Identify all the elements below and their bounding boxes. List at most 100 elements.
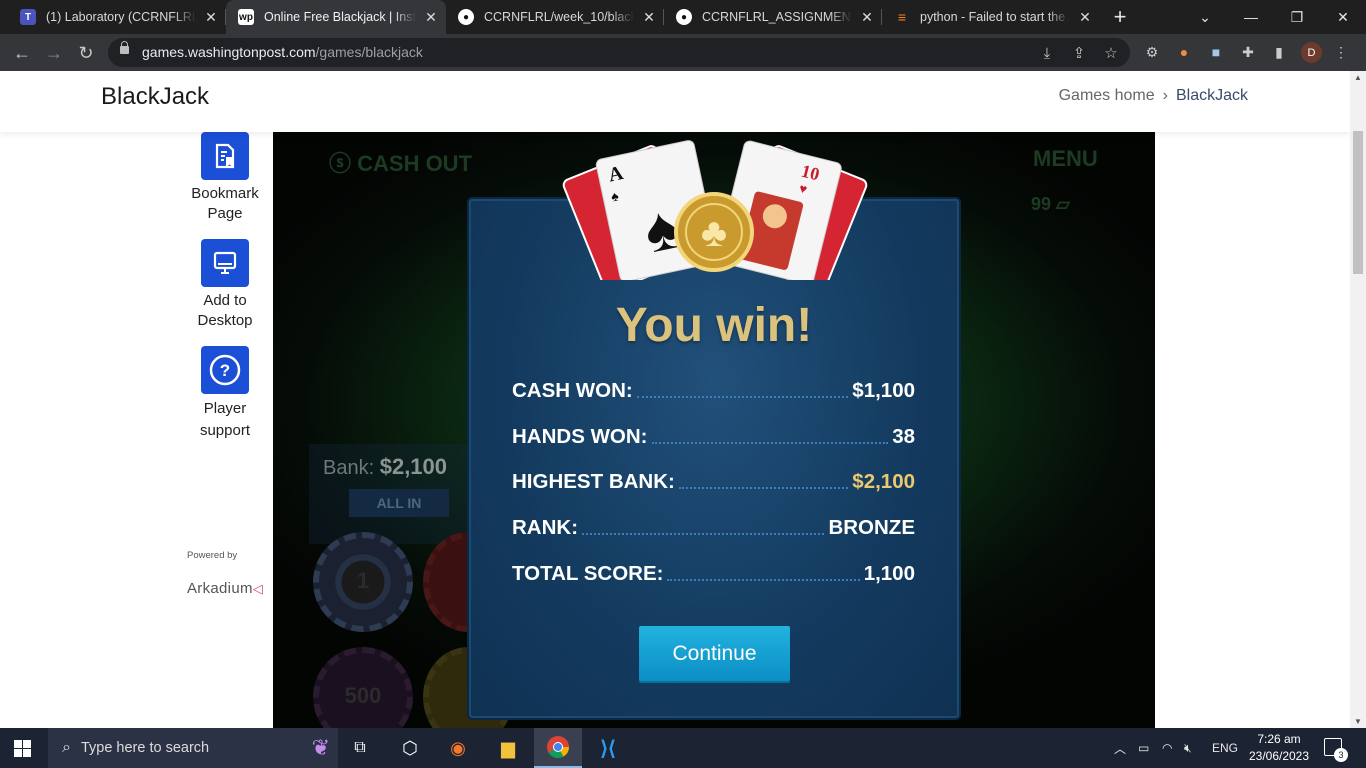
windows-start-icon[interactable] xyxy=(14,740,31,757)
blender-icon[interactable]: ◉ xyxy=(434,728,482,768)
show-hidden-icons[interactable]: ︿ xyxy=(1114,728,1126,768)
tab-title: python - Failed to start the K xyxy=(920,10,1070,24)
arkadium-logo[interactable]: Arkadium◁ xyxy=(187,580,263,597)
share-icon[interactable]: ⇪ xyxy=(1070,44,1088,62)
deck-count-value: 99 xyxy=(1031,194,1052,214)
notification-count-badge: 3 xyxy=(1334,748,1348,762)
bookmark-star-icon[interactable]: ☆ xyxy=(1102,44,1120,62)
all-in-button[interactable]: ALL IN xyxy=(349,489,449,517)
add-to-desktop-button[interactable]: Add to Desktop xyxy=(175,239,275,330)
site-header: BlackJack Games home › BlackJack xyxy=(0,71,1350,132)
close-tab-icon[interactable]: ✕ xyxy=(860,9,874,26)
side-panel-icon[interactable]: ▮ xyxy=(1270,43,1288,61)
washington-post-icon: wp xyxy=(238,9,254,25)
stat-cash-won: CASH WON: $1,100 xyxy=(512,377,915,403)
clock-time: 7:26 am xyxy=(1257,732,1301,746)
system-clock[interactable]: 7:26 am 23/06/2023 xyxy=(1248,731,1310,765)
scroll-down-arrow-icon[interactable]: ▼ xyxy=(1353,717,1363,726)
desktop-label-1: Add to xyxy=(203,292,247,309)
close-tab-icon[interactable]: ✕ xyxy=(424,9,438,26)
desktop-label-2: Desktop xyxy=(197,311,253,329)
breadcrumb-games-home[interactable]: Games home xyxy=(1059,87,1155,105)
new-tab-button[interactable]: + xyxy=(1108,4,1132,30)
scroll-up-arrow-icon[interactable]: ▲ xyxy=(1353,73,1363,82)
chip-500[interactable]: 500 xyxy=(313,647,413,728)
stat-hands-won: HANDS WON: 38 xyxy=(512,423,915,449)
chip-1[interactable]: 1 xyxy=(313,532,413,632)
browser-tab[interactable]: ≡ python - Failed to start the K ✕ xyxy=(882,0,1100,34)
extension-icon[interactable]: ⚙ xyxy=(1143,43,1161,61)
close-tab-icon[interactable]: ✕ xyxy=(642,9,656,26)
search-placeholder: Type here to search xyxy=(80,740,210,756)
win-title: You win! xyxy=(615,299,813,352)
browser-tab[interactable]: T (1) Laboratory (CCRNFLRL_CC ✕ xyxy=(8,0,226,34)
restore-button[interactable]: ❐ xyxy=(1274,0,1320,34)
address-bar[interactable]: games.washingtonpost.com/games/blackjack… xyxy=(108,38,1130,67)
tab-title: (1) Laboratory (CCRNFLRL_CC xyxy=(46,10,196,24)
svg-text:?: ? xyxy=(220,361,230,380)
breadcrumb-current[interactable]: BlackJack xyxy=(1176,87,1248,105)
close-tab-icon[interactable]: ✕ xyxy=(204,9,218,26)
install-app-icon[interactable]: ⤓ xyxy=(1038,44,1056,62)
chip-500-label: 500 xyxy=(344,683,382,708)
task-view-icon[interactable]: ⧉ xyxy=(336,728,384,768)
dotted-leader xyxy=(636,396,849,398)
close-window-button[interactable]: ✕ xyxy=(1320,0,1366,34)
language-indicator[interactable]: ENG xyxy=(1212,728,1238,768)
menu-button[interactable]: MENU xyxy=(1033,146,1098,172)
extensions-puzzle-icon[interactable]: ✚ xyxy=(1239,43,1257,61)
wifi-icon[interactable]: ◠ xyxy=(1162,728,1172,768)
extension-icon[interactable]: ● xyxy=(1175,43,1193,61)
forward-button[interactable]: → xyxy=(42,41,66,65)
browser-tab[interactable]: ● CCRNFLRL/week_10/blackjack ✕ xyxy=(446,0,664,34)
stat-label: HANDS WON: xyxy=(512,425,648,448)
cash-out-label: CASH OUT xyxy=(357,151,473,176)
browser-tab-active[interactable]: wp Online Free Blackjack | Instan ✕ xyxy=(226,0,446,34)
minimize-button[interactable]: — xyxy=(1228,0,1274,34)
stat-value: BRONZE xyxy=(828,516,915,539)
taskbar-search[interactable]: ⌕ Type here to search ❦ xyxy=(48,728,338,768)
arkadium-triangle-icon: ◁ xyxy=(252,581,264,596)
stat-highest-bank: HIGHEST BANK: $2,100 xyxy=(512,468,915,494)
bookmark-page-button[interactable]: Bookmark Page xyxy=(175,132,275,223)
cash-out-icon: ⓢ xyxy=(329,151,358,176)
notification-center-icon[interactable]: 3 xyxy=(1324,738,1348,762)
back-button[interactable]: ← xyxy=(10,41,34,65)
deck-icon: ▱ xyxy=(1056,194,1070,214)
chevron-right-icon: › xyxy=(1162,87,1168,104)
page-scrollbar[interactable]: ▲ ▼ xyxy=(1350,71,1366,728)
clock-date: 23/06/2023 xyxy=(1248,749,1310,763)
unity-icon[interactable]: ⬡ xyxy=(386,728,434,768)
battery-icon[interactable]: ▭ xyxy=(1138,728,1149,768)
menu-kebab-icon[interactable]: ⋮ xyxy=(1332,43,1350,61)
scrollbar-thumb[interactable] xyxy=(1353,131,1363,274)
teams-icon: T xyxy=(20,9,36,25)
github-icon: ● xyxy=(458,9,474,25)
vscode-icon[interactable]: ⟩⟨ xyxy=(584,728,632,768)
extension-icon[interactable]: ■ xyxy=(1207,43,1225,61)
browser-toolbar: ← → ↻ games.washingtonpost.com/games/bla… xyxy=(0,34,1366,71)
tab-search-icon[interactable]: ⌄ xyxy=(1182,0,1228,34)
browser-tab[interactable]: ● CCRNFLRL_ASSIGNMENT_CC ✕ xyxy=(664,0,882,34)
continue-button[interactable]: Continue xyxy=(639,626,790,681)
player-support-button[interactable]: ? Player support xyxy=(175,346,275,442)
close-tab-icon[interactable]: ✕ xyxy=(1078,9,1092,26)
site-logo[interactable]: BlackJack xyxy=(101,83,209,111)
club-icon: ♣ xyxy=(701,211,727,255)
volume-muted-icon[interactable]: 🔇︎ xyxy=(1184,728,1192,768)
deck-count: 99 ▱ xyxy=(1031,194,1070,215)
reload-button[interactable]: ↻ xyxy=(74,41,98,65)
bookmark-label-1: Bookmark xyxy=(191,185,259,202)
stat-label: TOTAL SCORE: xyxy=(512,562,664,585)
profile-avatar[interactable]: D xyxy=(1301,42,1322,63)
file-explorer-icon[interactable]: ▆ xyxy=(484,728,532,768)
chrome-icon[interactable] xyxy=(534,728,582,768)
lock-icon xyxy=(120,41,129,54)
dotted-leader xyxy=(582,533,825,535)
butterfly-search-highlight-icon: ❦ xyxy=(311,735,330,760)
tab-title: Online Free Blackjack | Instan xyxy=(264,10,416,24)
url-text: games.washingtonpost.com/games/blackjack xyxy=(142,44,423,60)
stat-total-score: TOTAL SCORE: 1,100 xyxy=(512,560,915,586)
stat-value: $2,100 xyxy=(852,470,915,493)
cash-out-button[interactable]: ⓢ CASH OUT xyxy=(329,146,472,178)
